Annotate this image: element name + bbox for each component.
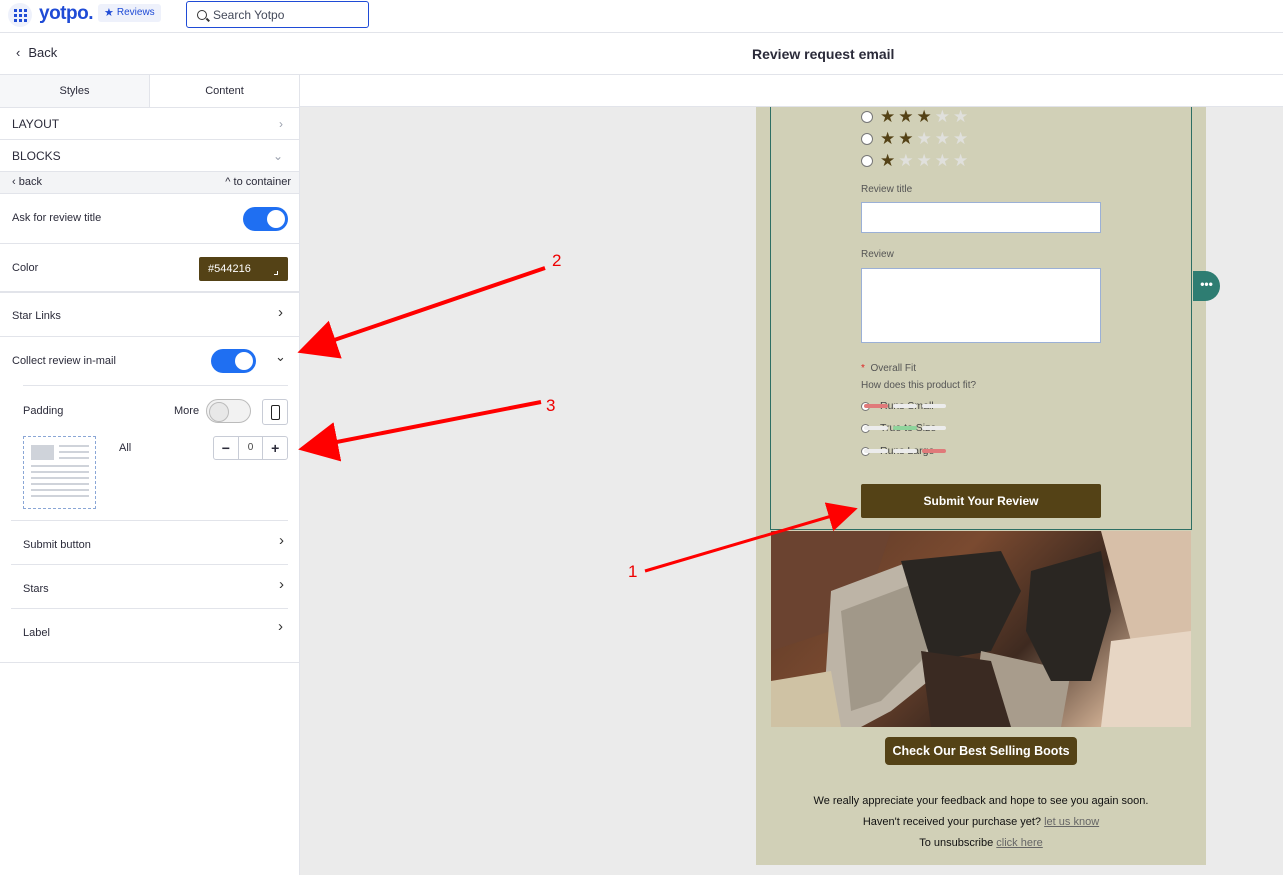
increment-button[interactable]: + xyxy=(263,437,287,459)
review-title-label: Review title xyxy=(861,184,913,195)
tab-content[interactable]: Content xyxy=(150,75,299,107)
fit-scale xyxy=(864,449,946,453)
review-label: Review xyxy=(861,249,894,260)
label-label: Label xyxy=(23,627,50,639)
search-box[interactable]: Search Yotpo xyxy=(186,1,369,28)
chevron-right-icon: › xyxy=(278,304,283,321)
chevron-down-icon[interactable]: ⌄ xyxy=(275,349,286,365)
chevron-right-icon: › xyxy=(279,576,284,593)
padding-all-label: All xyxy=(119,442,132,454)
fit-scale xyxy=(864,404,946,408)
mobile-icon xyxy=(271,405,280,420)
to-container-label: to container xyxy=(233,176,291,188)
overall-fit-title: * Overall Fit xyxy=(861,363,916,374)
block-subnav: ‹ back ^ to container xyxy=(0,172,299,194)
annotation-number-3: 3 xyxy=(546,396,556,415)
annotation-number-1: 1 xyxy=(628,562,638,581)
review-form-block[interactable]: ★ ★ ★ ★ ★ ★ ★ ★ ★ ★ ★ ★ ★ ★ ★ Review title Review * … xyxy=(770,107,1192,530)
fit-scale xyxy=(864,426,946,430)
review-title-input[interactable] xyxy=(861,202,1101,233)
panel-tabs: Styles Content xyxy=(0,75,299,108)
required-asterisk: * xyxy=(861,363,865,374)
collect-review-toggle[interactable] xyxy=(211,349,256,373)
footer-text-2: Haven't received your purchase yet? xyxy=(862,816,1042,828)
more-label: More xyxy=(174,405,200,417)
color-row: Color #544216 xyxy=(0,244,299,293)
label-row[interactable]: Label › xyxy=(0,609,299,663)
settings-panel: Styles Content LAYOUT › BLOCKS ⌄ ‹ back … xyxy=(0,75,300,875)
more-toggle[interactable] xyxy=(206,399,251,423)
let-us-know-link[interactable]: let us know xyxy=(1044,816,1099,828)
to-container-link[interactable]: ^ to container xyxy=(225,176,291,188)
padding-section: Padding More All − 0 + xyxy=(0,386,299,520)
footer-line-2: Haven't received your purchase yet? let … xyxy=(756,816,1206,828)
fit-question: How does this product fit? xyxy=(861,380,977,391)
submit-button-row[interactable]: Submit button › xyxy=(11,521,288,565)
back-button[interactable]: ‹ Back xyxy=(16,45,57,60)
chevron-right-icon: › xyxy=(278,618,283,635)
search-icon xyxy=(197,9,207,20)
footer-text-3: To unsubscribe xyxy=(919,837,994,849)
padding-stepper: − 0 + xyxy=(213,436,288,460)
collect-review-row: Collect review in-mail ⌄ xyxy=(0,337,299,385)
canvas-toolbar xyxy=(300,75,1283,107)
email-canvas: ★ ★ ★ ★ ★ ★ ★ ★ ★ ★ ★ ★ ★ ★ ★ Review title Review * … xyxy=(300,75,1283,875)
chevron-down-icon: ⌄ xyxy=(272,149,283,163)
submit-review-button[interactable]: Submit Your Review xyxy=(861,484,1101,518)
best-selling-boots-button[interactable]: Check Our Best Selling Boots xyxy=(885,737,1077,765)
star-option-2[interactable]: ★ ★ ★ ★ ★ xyxy=(861,130,968,147)
submit-button-label: Submit button xyxy=(23,539,91,551)
radio-button[interactable] xyxy=(861,110,873,123)
star-option-3[interactable]: ★ ★ ★ ★ ★ xyxy=(861,108,968,125)
top-bar: yotpo. ★ Reviews Search Yotpo xyxy=(0,0,1283,33)
chevron-left-icon: ‹ xyxy=(16,45,21,60)
section-blocks-label: BLOCKS xyxy=(12,149,61,163)
padding-label: Padding xyxy=(23,405,64,417)
mobile-view-button[interactable] xyxy=(262,399,288,425)
subnav-back-label: back xyxy=(18,176,42,188)
decrement-button[interactable]: − xyxy=(214,437,238,459)
annotation-number-2: 2 xyxy=(552,251,562,270)
section-blocks[interactable]: BLOCKS ⌄ xyxy=(0,140,299,172)
section-layout[interactable]: LAYOUT › xyxy=(0,108,299,140)
radio-button[interactable] xyxy=(861,154,873,167)
tab-styles[interactable]: Styles xyxy=(0,75,150,107)
review-textarea[interactable] xyxy=(861,268,1101,343)
chevron-up-icon: ^ xyxy=(225,176,231,188)
email-preview: ★ ★ ★ ★ ★ ★ ★ ★ ★ ★ ★ ★ ★ ★ ★ Review title Review * … xyxy=(756,107,1206,865)
ask-review-title-row: Ask for review title xyxy=(0,194,299,244)
padding-preview-thumbnail xyxy=(23,436,96,509)
footer-line-3: To unsubscribe click here xyxy=(756,837,1206,849)
ask-review-title-toggle[interactable] xyxy=(243,207,288,231)
page-title: Review request email xyxy=(752,46,895,62)
star-links-row[interactable]: Star Links › xyxy=(0,293,299,337)
product-badge-label: Reviews xyxy=(116,7,155,18)
product-badge: ★ Reviews xyxy=(98,4,161,22)
boots-photo[interactable] xyxy=(771,531,1191,727)
search-input[interactable]: Search Yotpo xyxy=(213,8,284,22)
chevron-right-icon: › xyxy=(279,117,283,131)
back-label: Back xyxy=(28,45,58,60)
subnav-back-link[interactable]: ‹ back xyxy=(12,176,42,188)
chevron-right-icon: › xyxy=(279,532,284,549)
apps-grid-icon[interactable] xyxy=(8,3,32,27)
star-icon: ★ xyxy=(104,7,114,19)
yotpo-logo[interactable]: yotpo. xyxy=(39,3,94,25)
unsubscribe-link[interactable]: click here xyxy=(996,837,1042,849)
overall-fit-label: Overall Fit xyxy=(870,363,917,374)
color-label: Color xyxy=(12,262,39,274)
radio-button[interactable] xyxy=(861,132,873,145)
collect-review-label: Collect review in-mail xyxy=(12,355,116,367)
ask-review-title-label: Ask for review title xyxy=(12,212,102,224)
more-options-button[interactable]: ••• xyxy=(1193,271,1220,301)
stars-label: Stars xyxy=(23,583,49,595)
section-layout-label: LAYOUT xyxy=(12,117,60,131)
editor-header: ‹ Back Review request email xyxy=(0,33,1283,75)
footer-line-1: We really appreciate your feedback and h… xyxy=(813,795,1149,807)
color-picker[interactable]: #544216 xyxy=(199,257,288,281)
star-links-label: Star Links xyxy=(12,310,61,322)
star-option-1[interactable]: ★ ★ ★ ★ ★ xyxy=(861,152,968,169)
padding-value[interactable]: 0 xyxy=(237,437,264,459)
stars-row[interactable]: Stars › xyxy=(11,565,288,609)
